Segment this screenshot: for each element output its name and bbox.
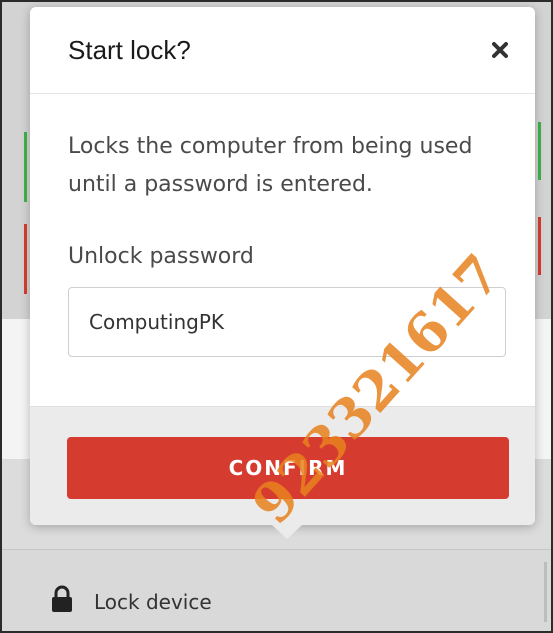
dialog-description: Locks the computer from being used until… (68, 134, 473, 197)
lock-device-menu-item[interactable]: Lock device (50, 585, 212, 618)
dialog-title: Start lock? (68, 35, 191, 65)
status-indicator-red (24, 224, 27, 294)
start-lock-dialog: Start lock? Locks the computer from bein… (30, 7, 535, 539)
scrollbar[interactable] (544, 562, 547, 622)
status-indicator-red (538, 217, 541, 275)
confirm-button[interactable]: CONFIRM (67, 437, 509, 499)
app-window: Lock device Start lock? Locks the comput… (0, 0, 553, 633)
lock-icon (50, 585, 74, 618)
dialog-body: Locks the computer from being used until… (30, 128, 535, 357)
lock-device-label: Lock device (94, 589, 212, 614)
password-label: Unlock password (68, 244, 254, 269)
status-indicator-green (538, 122, 541, 180)
status-indicator-green (24, 132, 27, 202)
unlock-password-input[interactable] (68, 287, 506, 357)
close-icon[interactable] (485, 35, 515, 65)
dialog-header: Start lock? (30, 7, 535, 94)
dialog-footer: CONFIRM (30, 406, 535, 525)
